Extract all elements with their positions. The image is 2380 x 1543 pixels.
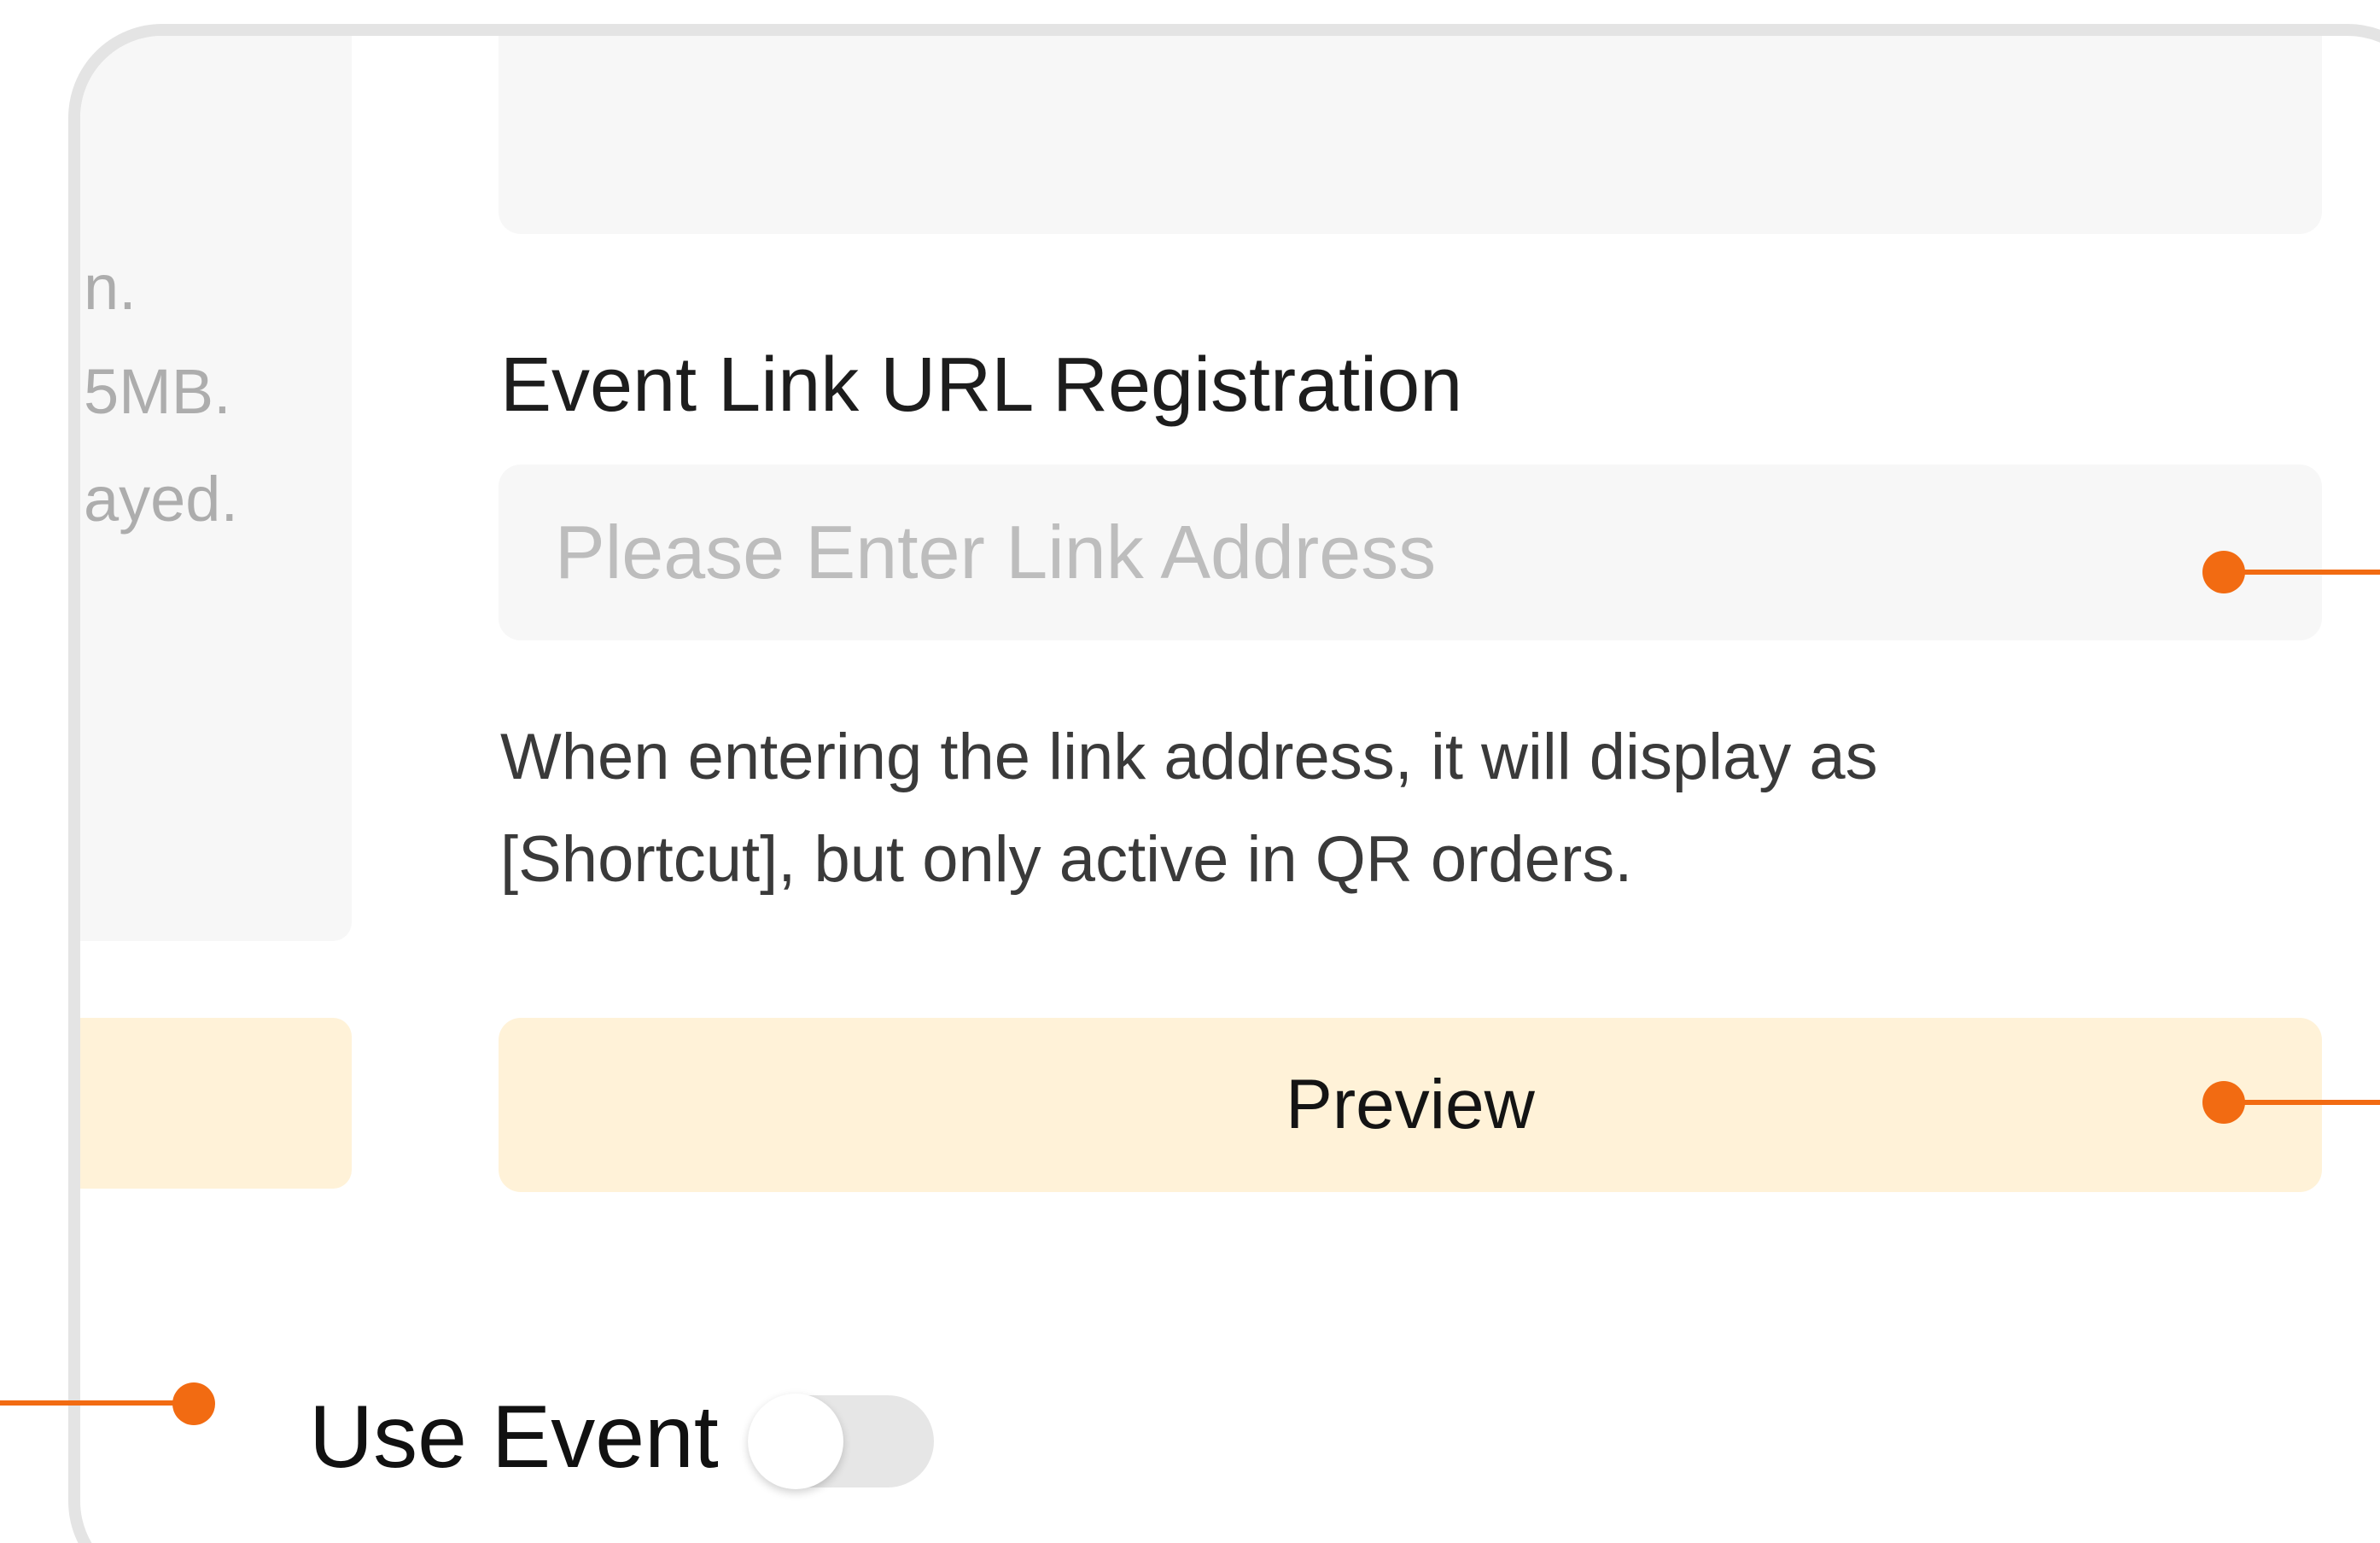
help-text-line: [Shortcut], but only active in QR orders… [500, 823, 1633, 896]
callout-line-link-input [2222, 570, 2380, 575]
callout-line-preview [2222, 1100, 2380, 1105]
top-content-box [499, 36, 2322, 234]
callout-dot-link-input [2202, 551, 2245, 593]
event-link-help-text: When entering the link address, it will … [500, 706, 2293, 911]
callout-line-use-event [0, 1400, 192, 1406]
preview-button[interactable]: Preview [499, 1018, 2322, 1192]
event-link-title: Event Link URL Registration [500, 342, 1463, 428]
device-frame: n. 5MB. ayed. Event Link URL Registratio… [68, 24, 2380, 1543]
callout-dot-use-event [172, 1382, 215, 1425]
left-info-line: 5MB. [84, 356, 231, 427]
toggle-knob [748, 1394, 843, 1489]
left-upload-info-box: n. 5MB. ayed. [80, 36, 352, 941]
left-info-line: ayed. [84, 464, 239, 535]
help-text-line: When entering the link address, it will … [500, 721, 1878, 793]
use-event-label: Use Event [309, 1388, 719, 1487]
event-link-input[interactable] [499, 465, 2322, 640]
left-info-line: n. [84, 252, 137, 323]
use-event-toggle[interactable] [748, 1394, 934, 1489]
callout-dot-preview [2202, 1081, 2245, 1124]
screenshot-stage: n. 5MB. ayed. Event Link URL Registratio… [0, 0, 2380, 1543]
left-action-button[interactable] [80, 1018, 352, 1189]
